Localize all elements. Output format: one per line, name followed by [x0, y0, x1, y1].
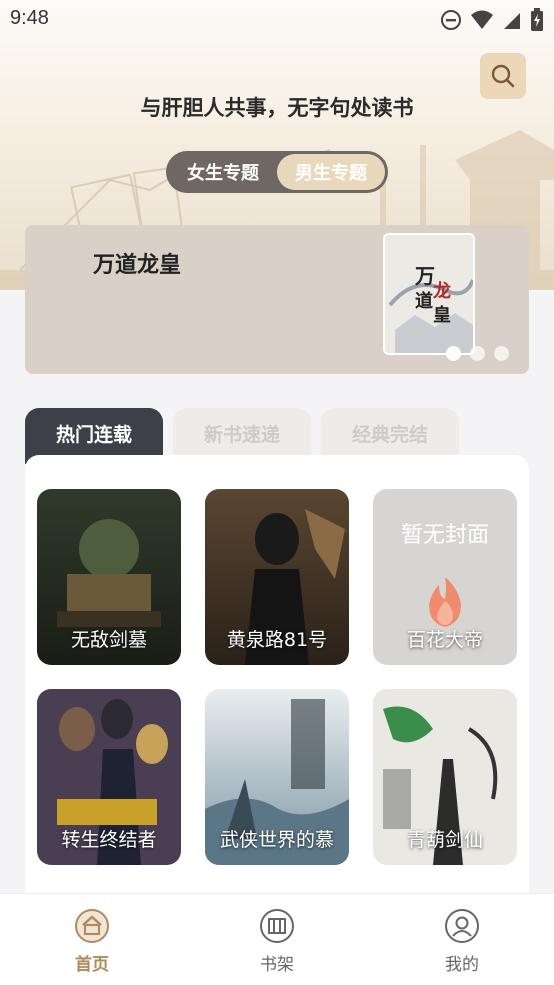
- book-title: 黄泉路81号: [226, 629, 328, 651]
- nav-label: 首页: [75, 955, 109, 975]
- svg-text:万: 万: [414, 264, 435, 288]
- nav-profile[interactable]: 我的: [422, 908, 502, 975]
- tab-female[interactable]: 女生专题: [169, 154, 277, 190]
- featured-banner[interactable]: 万道龙皇 万 龙 道 皇: [25, 225, 529, 374]
- carousel-dots: [446, 346, 509, 361]
- book-title: 转生终结者: [61, 829, 157, 851]
- book-title: 青葫剑仙: [406, 829, 483, 851]
- book-title: 武侠世界的慕: [219, 829, 334, 851]
- status-bar: 9:48: [0, 0, 554, 38]
- carousel-dot[interactable]: [470, 346, 485, 361]
- signal-icon: [504, 13, 520, 29]
- nav-label: 我的: [445, 955, 479, 975]
- book-title: 无敌剑墓: [70, 629, 147, 651]
- svg-text:道: 道: [415, 290, 433, 312]
- tab-male[interactable]: 男生专题: [277, 154, 385, 190]
- banner-cover[interactable]: 万 龙 道 皇: [383, 233, 475, 355]
- svg-text:龙: 龙: [433, 280, 451, 302]
- home-icon: [75, 909, 109, 943]
- nav-label: 书架: [260, 955, 294, 975]
- wifi-icon: [471, 10, 493, 29]
- profile-icon: [445, 909, 479, 943]
- search-icon: [491, 64, 515, 88]
- book-grid: 无敌剑墓 黄泉路81号 暂无封面 百花大帝 转生终结者 武侠世界的慕 青葫剑仙: [25, 455, 529, 905]
- slogan: 与肝胆人共事，无字句处读书: [140, 96, 414, 120]
- book-card[interactable]: 转生终结者: [37, 689, 181, 865]
- status-time: 9:48: [10, 7, 49, 29]
- book-card[interactable]: 暂无封面 百花大帝: [373, 489, 517, 665]
- carousel-dot[interactable]: [494, 346, 509, 361]
- bookshelf-icon: [260, 909, 294, 943]
- book-card[interactable]: 黄泉路81号: [205, 489, 349, 665]
- banner-cover-art: 万 龙 道 皇: [385, 235, 473, 353]
- bottom-navigation: 首页 书架 我的: [0, 893, 554, 985]
- gender-switch[interactable]: 女生专题 男生专题: [166, 151, 388, 193]
- book-card[interactable]: 武侠世界的慕: [205, 689, 349, 865]
- book-card[interactable]: 无敌剑墓: [37, 489, 181, 665]
- nav-bookshelf[interactable]: 书架: [237, 908, 317, 975]
- nav-home[interactable]: 首页: [52, 908, 132, 975]
- svg-text:皇: 皇: [433, 304, 451, 326]
- carousel-dot[interactable]: [446, 346, 461, 361]
- banner-title: 万道龙皇: [93, 253, 182, 278]
- book-title: 百花大帝: [406, 629, 483, 651]
- do-not-disturb-icon: [441, 10, 461, 30]
- battery-icon: [531, 8, 543, 31]
- book-card[interactable]: 青葫剑仙: [373, 689, 517, 865]
- status-icons: [440, 8, 544, 32]
